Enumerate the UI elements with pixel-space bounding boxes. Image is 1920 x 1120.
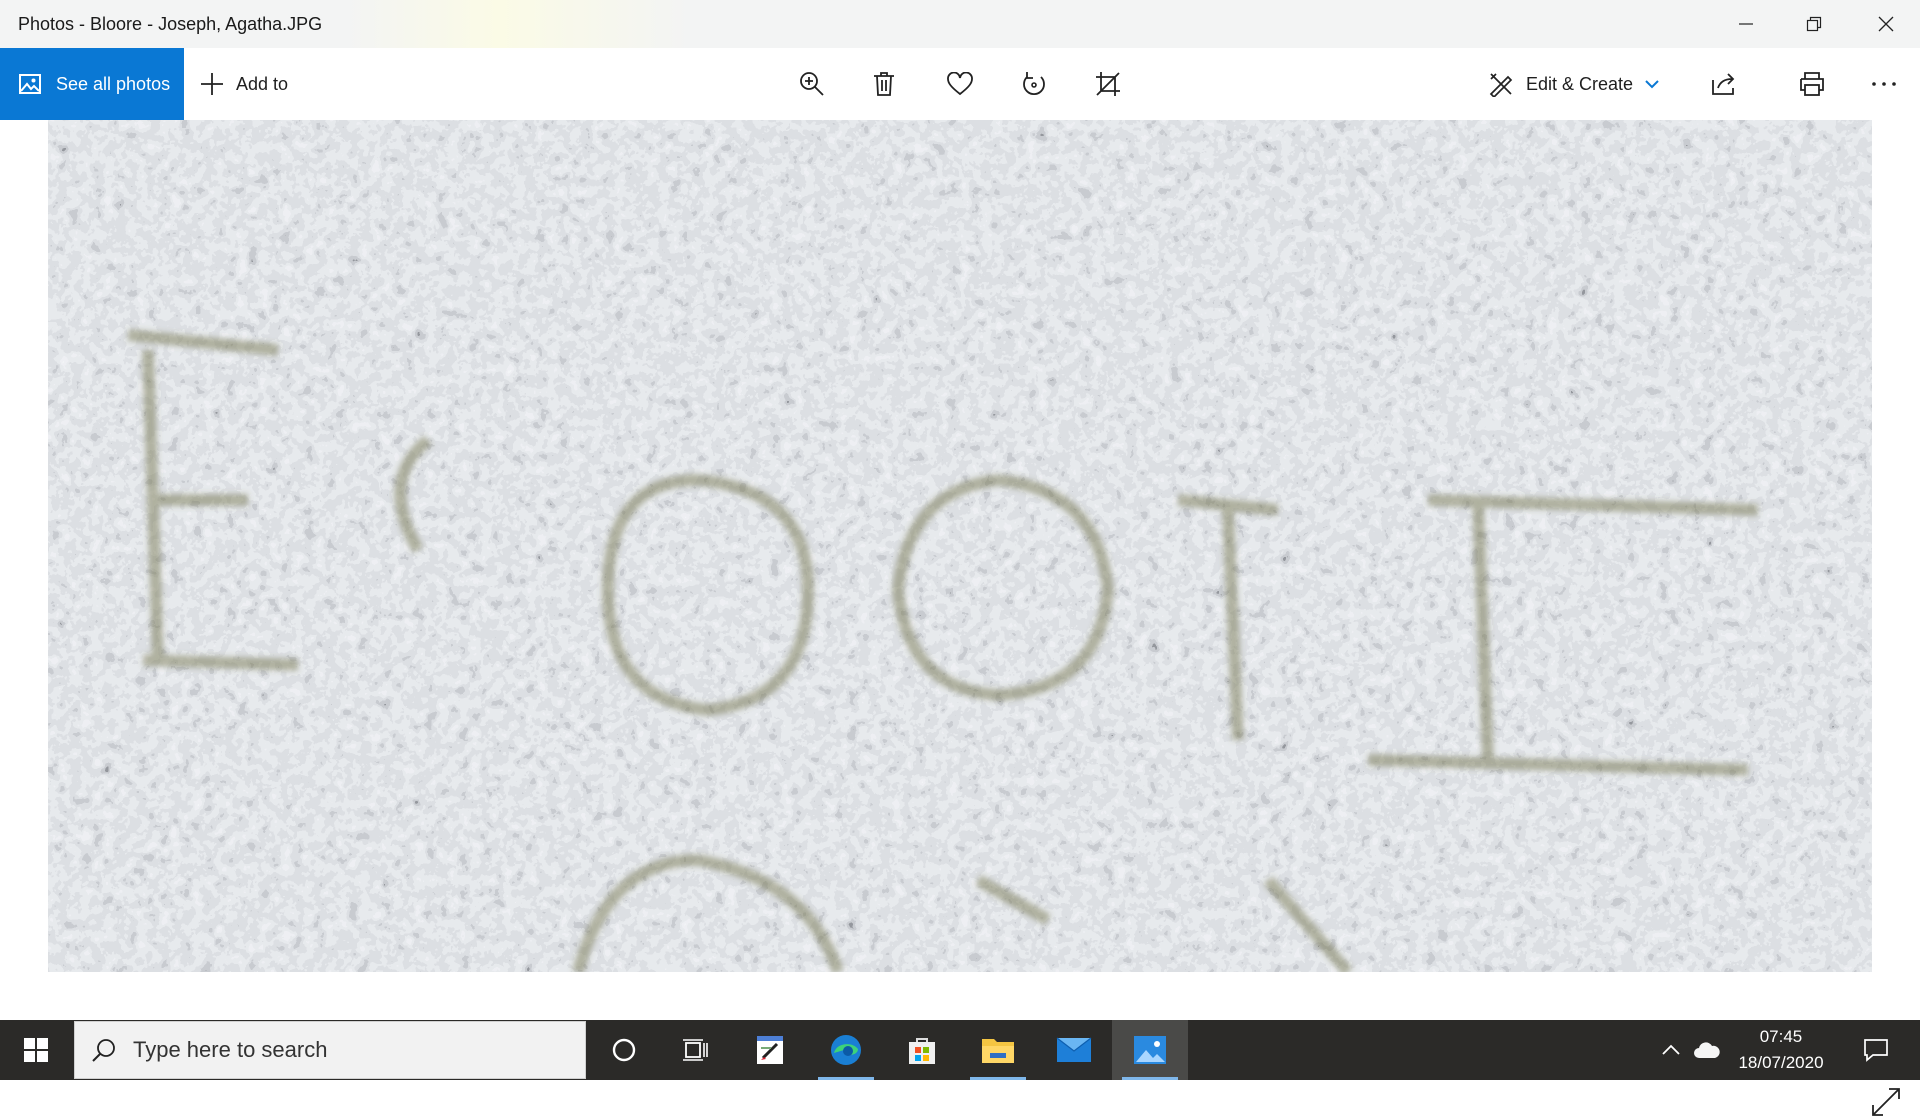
- clock-time: 07:45: [1759, 1027, 1803, 1046]
- taskbar-clock[interactable]: 07:45 18/07/2020: [1716, 1020, 1846, 1080]
- taskbar-app-edge[interactable]: [808, 1020, 884, 1080]
- store-bag-icon: [909, 1038, 935, 1064]
- see-all-photos-label: See all photos: [56, 73, 171, 94]
- folder-icon: [982, 1039, 1014, 1063]
- start-button[interactable]: [0, 1020, 72, 1080]
- heart-icon: [947, 72, 973, 96]
- edit-create-icon: [1488, 71, 1514, 97]
- trash-icon: [874, 72, 894, 96]
- photo-gallery-icon: [18, 72, 42, 96]
- crop-button[interactable]: [1080, 48, 1136, 120]
- window-title: Photos - Bloore - Joseph, Agatha.JPG: [18, 14, 323, 34]
- task-view-button[interactable]: [658, 1020, 734, 1080]
- chevron-down-icon: [1645, 79, 1659, 89]
- title-bar: Photos - Bloore - Joseph, Agatha.JPG: [0, 0, 1920, 48]
- full-screen-button[interactable]: [1868, 1084, 1904, 1120]
- action-center-button[interactable]: [1846, 1020, 1906, 1080]
- minimize-icon: [1739, 23, 1753, 25]
- zoom-in-icon: [800, 72, 824, 96]
- close-icon: [1878, 16, 1894, 32]
- granite-texture-image: [48, 120, 1872, 976]
- taskbar-app-file-explorer[interactable]: [960, 1020, 1036, 1080]
- more-dots-icon: [1872, 82, 1896, 86]
- photos-app-icon: [1134, 1036, 1166, 1064]
- minimize-button[interactable]: [1712, 0, 1780, 48]
- plus-icon: [200, 72, 224, 96]
- add-to-label: Add to: [236, 73, 289, 94]
- clock-date: 18/07/2020: [1738, 1053, 1824, 1072]
- edge-browser-icon: [831, 1035, 861, 1065]
- taskbar-app-paint[interactable]: [732, 1020, 808, 1080]
- taskbar-app-photos[interactable]: [1112, 1020, 1188, 1080]
- favorite-button[interactable]: [932, 48, 988, 120]
- windows-logo-icon: [24, 1038, 48, 1062]
- taskbar-app-store[interactable]: [884, 1020, 960, 1080]
- granite-photo[interactable]: [48, 120, 1872, 976]
- share-button[interactable]: [1696, 48, 1752, 120]
- search-icon: [91, 1037, 117, 1063]
- cortana-button[interactable]: [586, 1020, 662, 1080]
- photo-viewer: [0, 120, 1920, 1116]
- printer-icon: [1800, 72, 1824, 96]
- expand-icon: [1872, 1088, 1900, 1116]
- more-options-button[interactable]: [1856, 48, 1912, 120]
- restore-icon: [1806, 16, 1822, 32]
- see-all-photos-button[interactable]: See all photos: [0, 48, 184, 120]
- cortana-circle-icon: [612, 1038, 636, 1062]
- command-bar: See all photos Add to Edit & Create: [0, 48, 1920, 120]
- taskbar-search-box[interactable]: Type here to search: [74, 1021, 586, 1079]
- restore-button[interactable]: [1780, 0, 1848, 48]
- mail-envelope-icon: [1056, 1037, 1092, 1062]
- search-placeholder: Type here to search: [133, 1037, 328, 1062]
- add-to-button[interactable]: Add to: [200, 48, 288, 120]
- share-icon: [1712, 73, 1735, 95]
- taskbar-app-mail[interactable]: [1036, 1020, 1112, 1080]
- rotate-icon: [1023, 72, 1045, 96]
- close-button[interactable]: [1852, 0, 1920, 48]
- rotate-button[interactable]: [1006, 48, 1062, 120]
- crop-icon: [1096, 72, 1120, 96]
- edit-create-label: Edit & Create: [1526, 73, 1634, 94]
- delete-button[interactable]: [856, 48, 912, 120]
- print-button[interactable]: [1784, 48, 1840, 120]
- edit-create-button[interactable]: Edit & Create: [1488, 48, 1659, 120]
- notification-icon: [1864, 1039, 1888, 1062]
- task-view-icon: [683, 1039, 708, 1061]
- chevron-up-icon: [1662, 1044, 1680, 1055]
- paint-app-icon: [757, 1036, 783, 1064]
- zoom-button[interactable]: [784, 48, 840, 120]
- taskbar: Type here to search 07:45 18/07/2020: [0, 1020, 1920, 1080]
- show-hidden-icons-button[interactable]: [1654, 1020, 1688, 1080]
